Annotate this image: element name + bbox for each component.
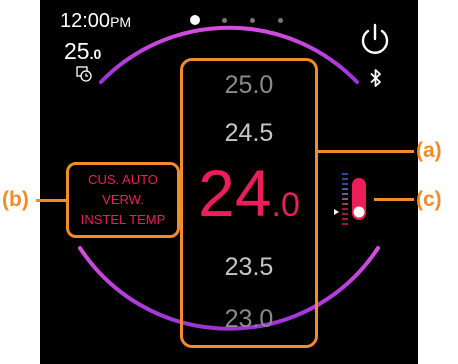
thermostat-screen: 12:00PM 25.0 25.0 24.5 24.0 23.5 23.0 CU… [40, 0, 418, 364]
bluetooth-icon [370, 69, 381, 87]
set-temperature-int: 25 [64, 38, 90, 64]
temperature-option[interactable]: 25.0 [183, 71, 315, 100]
page-dot[interactable] [222, 18, 227, 23]
mode-label-line: VERW. [102, 192, 144, 207]
mode-label: CUS. AUTO VERW. INSTEL TEMP [66, 162, 180, 238]
page-indicator [190, 15, 290, 27]
page-dot-active[interactable] [190, 15, 200, 25]
mode-label-line: INSTEL TEMP [80, 212, 166, 227]
clock-ampm: PM [110, 14, 132, 30]
page-dot[interactable] [278, 18, 283, 23]
callout-c-line [374, 198, 414, 201]
clock: 12:00PM [60, 10, 131, 33]
temperature-option[interactable]: 24.5 [183, 119, 315, 148]
slider-toggle-icon[interactable] [328, 168, 372, 234]
current-temperature-dec: .0 [271, 186, 300, 224]
callout-a-label: (a) [416, 139, 442, 162]
temperature-scroll-list[interactable]: 25.0 24.5 24.0 23.5 23.0 [180, 58, 318, 348]
set-temperature-dec: .0 [89, 46, 102, 62]
temperature-option[interactable]: 23.0 [183, 305, 315, 334]
current-temperature-int: 24 [198, 156, 272, 230]
power-icon[interactable] [358, 22, 392, 56]
callout-a-line [318, 150, 414, 153]
timer-icon [76, 66, 92, 82]
clock-time: 12:00 [60, 10, 111, 32]
set-temperature: 25.0 [64, 38, 101, 67]
page-dot[interactable] [250, 18, 255, 23]
mode-label-line: CUS. AUTO [88, 172, 158, 187]
temperature-option[interactable]: 23.5 [183, 253, 315, 282]
callout-b-line [36, 199, 66, 202]
callout-c-label: (c) [416, 188, 442, 211]
current-temperature: 24.0 [183, 153, 315, 245]
callout-b-label: (b) [2, 188, 29, 211]
